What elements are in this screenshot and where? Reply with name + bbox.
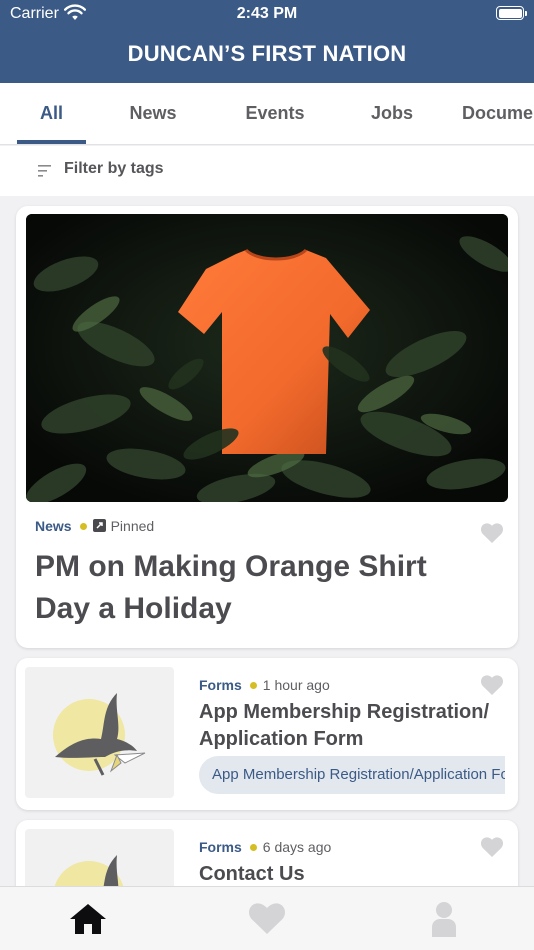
timestamp: 6 days ago: [262, 839, 332, 855]
orange-shirt-photo: [26, 214, 508, 502]
favorite-heart-icon[interactable]: [480, 836, 504, 858]
meta-separator-dot: [249, 682, 257, 690]
filter-bar[interactable]: Filter by tags: [0, 146, 534, 196]
bottom-nav: [0, 886, 534, 950]
card-meta: News Pinned: [35, 518, 154, 534]
app-title: DUNCAN’S FIRST NATION: [127, 41, 407, 66]
tab-jobs[interactable]: Jobs: [352, 83, 432, 144]
category-tabs: All News Events Jobs Documents: [0, 83, 534, 145]
card-title: Contact Us: [199, 863, 305, 885]
card-title: App Membership Registration/ Application…: [199, 701, 490, 750]
person-icon[interactable]: [424, 901, 464, 937]
feed-card-featured[interactable]: News Pinned PM on Making Orange Shirt Day…: [16, 206, 518, 648]
meta-separator-dot: [249, 844, 257, 852]
meta-separator-dot: [79, 523, 87, 531]
home-icon[interactable]: [68, 901, 108, 937]
status-bar: Carrier 2:43 PM: [0, 0, 534, 28]
card-title: PM on Making Orange Shirt Day a Holiday: [35, 550, 427, 625]
timestamp: 1 hour ago: [262, 677, 330, 693]
category-label: News: [35, 518, 72, 534]
feed-card[interactable]: Forms 1 hour ago App Membership Registrat…: [16, 658, 518, 810]
card-meta: Forms 6 days ago: [199, 839, 331, 855]
tab-events[interactable]: Events: [226, 83, 324, 144]
category-label: Forms: [199, 839, 242, 855]
pin-icon: [92, 519, 106, 532]
card-meta: Forms 1 hour ago: [199, 677, 330, 693]
app-header: DUNCAN’S FIRST NATION: [0, 28, 534, 83]
tab-documents[interactable]: Documents: [462, 83, 534, 144]
clock: 2:43 PM: [236, 5, 298, 22]
tag-chip[interactable]: App Membership Registration/Application …: [199, 756, 505, 794]
battery-icon: [496, 6, 527, 20]
favorite-heart-icon[interactable]: [480, 522, 504, 544]
tab-all[interactable]: All: [17, 83, 86, 144]
filter-label: Filter by tags: [64, 160, 164, 177]
category-label: Forms: [199, 677, 242, 693]
heart-icon[interactable]: [247, 901, 287, 937]
pinned-label: Pinned: [110, 518, 155, 534]
active-tab-indicator: [17, 140, 86, 144]
filter-lines-icon: [38, 165, 51, 177]
tab-news[interactable]: News: [108, 83, 198, 144]
favorite-heart-icon[interactable]: [480, 674, 504, 696]
eagle-logo-thumbnail: [25, 667, 174, 798]
